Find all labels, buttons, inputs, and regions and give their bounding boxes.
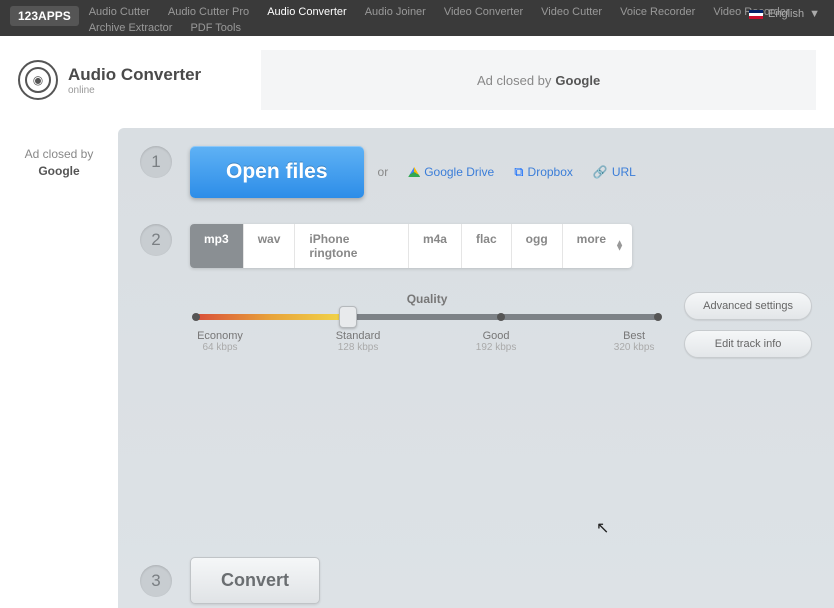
quality-side-buttons: Advanced settings Edit track info: [684, 292, 812, 358]
format-tab-iPhone-ringtone[interactable]: iPhone ringtone: [295, 224, 409, 268]
step-3: 3 Convert: [140, 557, 812, 608]
logo[interactable]: 123APPS: [10, 6, 79, 26]
nav-item[interactable]: PDF Tools: [190, 22, 241, 34]
advanced-settings-button[interactable]: Advanced settings: [684, 292, 812, 320]
cursor-icon: ↖: [596, 518, 609, 538]
app-title-block: Audio Converter online: [68, 65, 201, 96]
step-1-content: Open files or Google Drive ⧉ Dropbox 🔗 U…: [190, 146, 636, 198]
dropbox-label: Dropbox: [528, 165, 573, 179]
nav-item[interactable]: Archive Extractor: [89, 22, 173, 34]
ad-prefix: Ad closed by: [477, 73, 551, 88]
google-drive-label: Google Drive: [424, 165, 494, 179]
ad-brand: Google: [555, 73, 600, 88]
format-tabs: mp3waviPhone ringtonem4aflacoggmore▲▼: [190, 224, 632, 268]
top-nav: 123APPS Audio CutterAudio Cutter ProAudi…: [0, 0, 834, 36]
chevron-down-icon: ▼: [809, 8, 820, 20]
dropbox-link[interactable]: ⧉ Dropbox: [514, 164, 573, 180]
app-title: Audio Converter: [68, 65, 201, 85]
format-tab-m4a[interactable]: m4a: [409, 224, 462, 268]
nav-item[interactable]: Audio Converter: [267, 6, 347, 18]
nav-item[interactable]: Audio Joiner: [365, 6, 426, 18]
ad-side-prefix: Ad closed by: [25, 147, 94, 161]
header: Audio Converter online Ad closed by Goog…: [0, 36, 834, 120]
nav-item[interactable]: Video Cutter: [541, 6, 602, 18]
quality-label: Quality: [190, 292, 664, 306]
converter-panel: 1 Open files or Google Drive ⧉ Dropbox 🔗…: [118, 128, 834, 608]
step-2: 2 mp3waviPhone ringtonem4aflacoggmore▲▼ …: [140, 224, 812, 358]
google-drive-icon: [408, 167, 420, 177]
quality-mark: Economy64 kbps: [190, 330, 250, 353]
ad-banner-side: Ad closed by Google: [0, 128, 118, 608]
language-label: English: [768, 8, 804, 20]
format-tab-more[interactable]: more▲▼: [563, 224, 632, 268]
quality-handle[interactable]: [339, 306, 357, 328]
step-number-1: 1: [140, 146, 172, 178]
ad-side-brand: Google: [0, 163, 118, 180]
quality-mark: Best320 kbps: [604, 330, 664, 353]
main: Ad closed by Google 1 Open files or Goog…: [0, 128, 834, 608]
app-subtitle: online: [68, 85, 201, 96]
dropbox-icon: ⧉: [514, 164, 523, 180]
app-icon: [18, 60, 58, 100]
google-drive-link[interactable]: Google Drive: [408, 165, 494, 179]
url-link[interactable]: 🔗 URL: [593, 165, 636, 179]
format-tab-mp3[interactable]: mp3: [190, 224, 244, 268]
format-tab-wav[interactable]: wav: [244, 224, 296, 268]
nav-item[interactable]: Voice Recorder: [620, 6, 695, 18]
step-2-content: mp3waviPhone ringtonem4aflacoggmore▲▼ Qu…: [190, 224, 812, 358]
step-number-3: 3: [140, 565, 172, 597]
quality-marks: Economy64 kbps Standard128 kbps Good192 kb…: [190, 330, 664, 353]
edit-track-info-button[interactable]: Edit track info: [684, 330, 812, 358]
flag-icon: [749, 10, 763, 19]
more-arrows-icon: ▲▼: [615, 241, 624, 252]
quality-tick: [497, 313, 505, 321]
format-tab-flac[interactable]: flac: [462, 224, 512, 268]
step-1: 1 Open files or Google Drive ⧉ Dropbox 🔗…: [140, 146, 812, 198]
convert-button[interactable]: Convert: [190, 557, 320, 604]
quality-track[interactable]: [196, 314, 658, 320]
or-text: or: [378, 165, 389, 179]
url-label: URL: [612, 165, 636, 179]
step-number-2: 2: [140, 224, 172, 256]
open-files-button[interactable]: Open files: [190, 146, 364, 198]
quality-tick: [192, 313, 200, 321]
format-tab-ogg[interactable]: ogg: [512, 224, 563, 268]
nav-links: Audio Cutter Audio Cutter Pro Audio Conver…: [89, 4, 824, 34]
ad-banner-top: Ad closed by Google: [261, 50, 816, 110]
quality-mark: Standard128 kbps: [328, 330, 388, 353]
nav-item[interactable]: Audio Cutter: [89, 6, 150, 18]
quality-track-fill: [196, 314, 348, 320]
quality-slider-block: Quality Economy64 kbps Standard128 kbps Go…: [190, 292, 664, 358]
nav-item[interactable]: Video Converter: [444, 6, 523, 18]
language-selector[interactable]: English ▼: [749, 8, 820, 20]
link-icon: 🔗: [593, 165, 608, 179]
quality-tick: [654, 313, 662, 321]
nav-item[interactable]: Audio Cutter Pro: [168, 6, 249, 18]
quality-mark: Good192 kbps: [466, 330, 526, 353]
quality-row: Quality Economy64 kbps Standard128 kbps Go…: [190, 292, 812, 358]
